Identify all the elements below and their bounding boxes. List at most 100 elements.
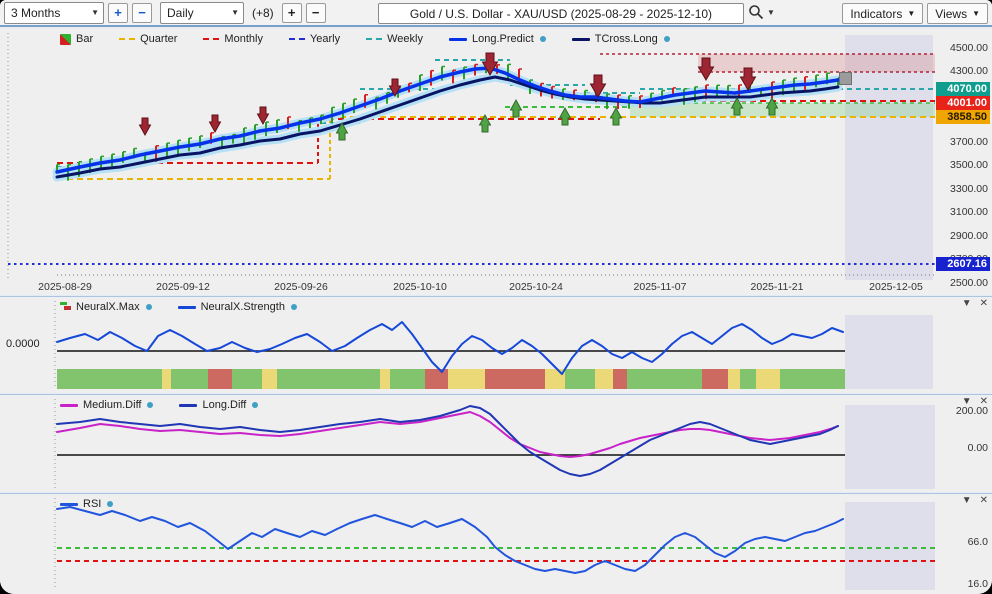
legend-label: Long.Predict	[472, 33, 534, 45]
legend-item-quarter[interactable]: Quarter	[119, 33, 177, 45]
price-badge: 3858.50	[936, 110, 990, 124]
price-badge: 2607.16	[936, 257, 990, 271]
tcross-long-swatch-icon	[572, 38, 590, 41]
legend-item-medium-diff[interactable]: Medium.Diff	[60, 399, 153, 411]
indicators-button[interactable]: Indicators ▼	[842, 3, 923, 24]
legend-item-bar[interactable]: Bar	[60, 33, 93, 45]
symbol-title-box[interactable]: Gold / U.S. Dollar - XAU/USD (2025-08-29…	[378, 3, 744, 24]
legend-label: NeuralX.Max	[76, 301, 140, 313]
legend-item-rsi[interactable]: RSI	[60, 498, 113, 510]
legend-item-long-diff[interactable]: Long.Diff	[179, 399, 258, 411]
trading-app-window: 3 Months ▼ + − Daily ▼ (+8) + − Gold / U…	[0, 0, 992, 594]
chevron-down-icon: ▼	[767, 8, 775, 17]
date-tick-label: 2025-08-29	[32, 281, 98, 293]
bar-swatch-icon	[60, 34, 71, 45]
toolbar: 3 Months ▼ + − Daily ▼ (+8) + − Gold / U…	[0, 0, 992, 27]
neuralx-zero-label: 0.0000	[6, 338, 40, 350]
legend-label: Bar	[76, 33, 93, 45]
neuralx-indicator-panel: NeuralX.Max NeuralX.Strength 0.0000 ▼ ✕	[0, 297, 992, 393]
legend-item-weekly[interactable]: Weekly	[366, 33, 423, 45]
diff-indicator-panel: Medium.DiffLong.Diff 200.000.00 ▼ ✕	[0, 395, 992, 492]
legend-label: Long.Diff	[202, 399, 246, 411]
date-tick-label: 2025-09-26	[268, 281, 334, 293]
views-button-label: Views	[935, 7, 967, 21]
interval-select-value: Daily	[167, 6, 194, 20]
legend-settings-dot-icon[interactable]	[107, 501, 113, 507]
neuralx-strength-swatch-icon	[178, 306, 196, 309]
legend-item-tcross-long[interactable]: TCross.Long	[572, 33, 670, 45]
legend-label: RSI	[83, 498, 101, 510]
date-tick-label: 2025-10-24	[503, 281, 569, 293]
monthly-swatch-icon	[203, 38, 219, 40]
bar-plus-button[interactable]: +	[282, 3, 302, 23]
date-tick-label: 2025-11-21	[744, 281, 810, 293]
panel-controls: ▼ ✕	[962, 495, 988, 506]
date-tick-label: 2025-10-10	[387, 281, 453, 293]
neuralx-max-swatch-icon	[60, 302, 71, 312]
search-icon	[748, 4, 764, 20]
legend-label: Quarter	[140, 33, 177, 45]
indicators-button-label: Indicators	[850, 7, 902, 21]
price-chart-plot	[0, 29, 992, 295]
date-tick-label: 2025-09-12	[150, 281, 216, 293]
medium-diff-swatch-icon	[60, 404, 78, 407]
diff-legend: Medium.Diff Long.Diff	[60, 399, 258, 411]
legend-settings-dot-icon[interactable]	[664, 36, 670, 42]
close-panel-icon[interactable]: ✕	[980, 495, 988, 506]
rsi-swatch-icon	[60, 503, 78, 506]
interval-select[interactable]: Daily ▼	[160, 2, 244, 24]
range-select-value: 3 Months	[11, 6, 60, 20]
rsi-plot	[0, 494, 992, 594]
weekly-swatch-icon	[366, 38, 382, 40]
legend-settings-dot-icon[interactable]	[146, 304, 152, 310]
chevron-down-icon: ▼	[231, 8, 239, 17]
legend-label: Yearly	[310, 33, 340, 45]
collapse-panel-icon[interactable]: ▼	[962, 495, 972, 506]
close-panel-icon[interactable]: ✕	[980, 396, 988, 407]
long-diff-swatch-icon	[179, 404, 197, 407]
legend-item-monthly[interactable]: Monthly	[203, 33, 263, 45]
legend-label: Weekly	[387, 33, 423, 45]
views-button[interactable]: Views ▼	[927, 3, 988, 24]
legend-label: NeuralX.Strength	[201, 301, 285, 313]
legend-settings-dot-icon[interactable]	[147, 402, 153, 408]
chevron-down-icon: ▼	[907, 9, 915, 18]
rsi-legend: RSI	[60, 498, 113, 510]
price-tick-label: 2900.00	[938, 230, 988, 242]
collapse-panel-icon[interactable]: ▼	[962, 298, 972, 309]
symbol-search[interactable]: ▼	[748, 4, 775, 20]
collapse-panel-icon[interactable]: ▼	[962, 396, 972, 407]
legend-settings-dot-icon[interactable]	[540, 36, 546, 42]
price-tick-label: 3300.00	[938, 183, 988, 195]
legend-item-neuralx-max[interactable]: NeuralX.Max	[60, 301, 152, 313]
quarter-swatch-icon	[119, 38, 135, 40]
legend-label: Monthly	[224, 33, 263, 45]
legend-label: TCross.Long	[595, 33, 658, 45]
diff-tick-label: 0.00	[938, 442, 988, 454]
forecast-handle[interactable]	[839, 72, 852, 85]
panel-controls: ▼ ✕	[962, 396, 988, 407]
price-tick-label: 2500.00	[938, 277, 988, 289]
bar-minus-button[interactable]: −	[306, 3, 326, 23]
price-tick-label: 4500.00	[938, 42, 988, 54]
chevron-down-icon: ▼	[972, 9, 980, 18]
long-predict-swatch-icon	[449, 38, 467, 41]
legend-item-long-predict[interactable]: Long.Predict	[449, 33, 546, 45]
price-tick-label: 4300.00	[938, 65, 988, 77]
main-price-chart-panel: Bar Quarter Monthly Yearly Weekly Long.Predic…	[0, 29, 992, 295]
legend-item-yearly[interactable]: Yearly	[289, 33, 340, 45]
legend-item-neuralx-strength[interactable]: NeuralX.Strength	[178, 301, 297, 313]
range-select[interactable]: 3 Months ▼	[4, 2, 104, 24]
range-zoom-out-button[interactable]: −	[132, 3, 152, 23]
price-tick-label: 3700.00	[938, 136, 988, 148]
rsi-tick-label: 66.0	[938, 536, 988, 548]
close-panel-icon[interactable]: ✕	[980, 298, 988, 309]
legend-settings-dot-icon[interactable]	[252, 402, 258, 408]
legend-label: Medium.Diff	[83, 399, 141, 411]
date-tick-label: 2025-12-05	[863, 281, 929, 293]
price-tick-label: 3500.00	[938, 159, 988, 171]
legend-settings-dot-icon[interactable]	[291, 304, 297, 310]
price-badge: 4001.00	[936, 96, 990, 110]
main-chart-legend: Bar Quarter Monthly Yearly Weekly Long.Predic…	[60, 33, 670, 45]
range-zoom-in-button[interactable]: +	[108, 3, 128, 23]
